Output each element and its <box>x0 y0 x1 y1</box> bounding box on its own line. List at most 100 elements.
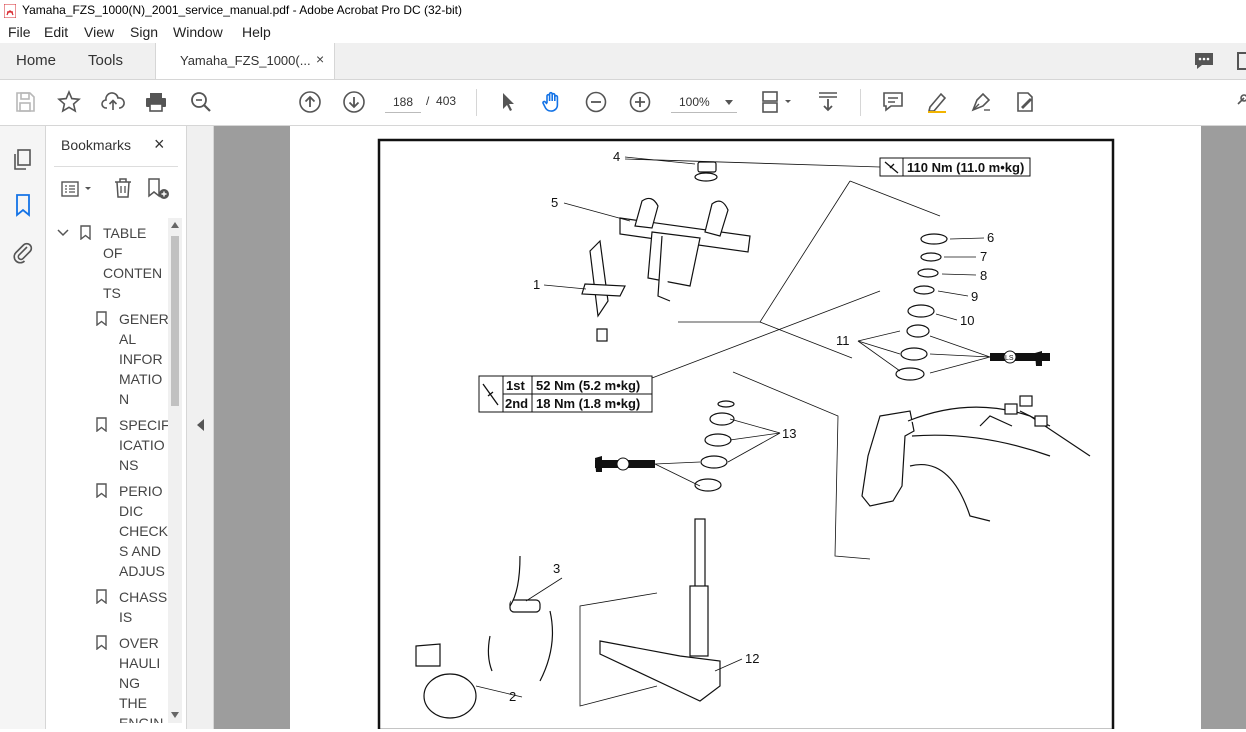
create-pdf-icon[interactable] <box>1236 51 1246 71</box>
washer-stack-upper <box>895 233 948 381</box>
previous-page-icon[interactable] <box>298 90 322 114</box>
bookmark-label-line: ADJUS <box>119 563 165 579</box>
steering-stem-part <box>599 518 721 702</box>
bookmark-item-table-of-contents[interactable]: TABLE OF CONTEN TS <box>103 223 162 303</box>
bookmark-label-line: MATIO <box>119 371 163 387</box>
fill-sign-icon[interactable] <box>1012 90 1036 114</box>
bookmark-label-line: GENER <box>119 311 169 327</box>
callout-12: 12 <box>745 651 759 666</box>
callout-3: 3 <box>553 561 560 576</box>
save-icon[interactable] <box>13 90 37 114</box>
bookmark-icon <box>96 311 107 326</box>
zoom-level-select[interactable]: 100% <box>671 92 737 113</box>
callout-5: 5 <box>551 195 558 210</box>
bookmark-icon <box>96 483 107 498</box>
comment-icon[interactable] <box>1193 51 1215 71</box>
bookmark-options-icon[interactable] <box>60 179 96 199</box>
panel-collapse-strip[interactable] <box>187 126 214 729</box>
torque-spec-table: 1st 52 Nm (5.2 m•kg) 2nd 18 Nm (1.8 m•kg… <box>478 375 653 413</box>
tab-tools[interactable]: Tools <box>88 52 123 69</box>
menu-view[interactable]: View <box>84 24 114 40</box>
grease-applicator-upper: LS <box>929 335 1050 374</box>
bookmark-label-line: CHASS <box>119 589 168 605</box>
page-number-input[interactable]: 188 <box>385 92 421 113</box>
link-icon[interactable] <box>1234 90 1246 114</box>
bookmark-item-overhauling-engine[interactable]: OVER HAULI NG THE ENGIN <box>119 633 163 723</box>
bookmark-label-line: AL <box>119 331 137 347</box>
bookmark-icon <box>80 225 91 240</box>
document-side-margin <box>1202 126 1246 729</box>
bookmark-label-line: OF <box>103 245 123 261</box>
menu-help[interactable]: Help <box>242 24 271 40</box>
bookmark-item-chassis[interactable]: CHASS IS <box>119 587 167 627</box>
navigation-rail <box>0 126 46 729</box>
page-total-value: 403 <box>436 94 457 108</box>
bookmark-label-line: NG <box>119 675 140 691</box>
menu-window[interactable]: Window <box>173 24 223 40</box>
acrobat-app-icon <box>4 4 16 18</box>
callout-8: 8 <box>980 268 987 283</box>
hand-tool-icon[interactable] <box>540 90 564 114</box>
torque-step-1: 1st <box>506 378 525 393</box>
bookmark-item-specifications[interactable]: SPECIF ICATIO NS <box>119 415 170 475</box>
highlight-pen-icon[interactable] <box>925 90 949 114</box>
bookmarks-close-button[interactable]: × <box>154 134 165 155</box>
page-thumbnails-icon[interactable] <box>11 148 35 172</box>
callout-2: 2 <box>509 689 516 704</box>
torque-value-top: 110 Nm (11.0 m•kg) <box>907 160 1024 175</box>
toolbar-divider <box>476 89 477 116</box>
bookmark-item-periodic-checks[interactable]: PERIO DIC CHECK S AND ADJUS <box>119 481 168 581</box>
zoom-search-icon[interactable] <box>189 90 213 114</box>
scrolling-mode-icon[interactable] <box>816 90 840 114</box>
next-page-icon[interactable] <box>342 90 366 114</box>
scrollbar-thumb[interactable] <box>171 236 179 406</box>
document-viewport[interactable]: 110 Nm (11.0 m•kg) 1st 52 Nm (5.2 m•kg) … <box>214 126 1246 732</box>
bookmark-label-line: ICATIO <box>119 437 165 453</box>
bookmark-item-general-information[interactable]: GENER AL INFOR MATIO N <box>119 309 169 409</box>
attachments-paperclip-icon[interactable] <box>11 240 35 264</box>
page-display-icon[interactable] <box>760 90 794 114</box>
tab-document[interactable]: Yamaha_FZS_1000(... × <box>155 43 335 79</box>
bookmark-label-line: TABLE <box>103 225 147 241</box>
bookmarks-title: Bookmarks <box>61 137 132 153</box>
toolbar: 188 / 403 100% <box>0 80 1246 126</box>
zoom-out-icon[interactable] <box>584 90 608 114</box>
tab-close-button[interactable]: × <box>316 51 324 67</box>
bookmark-scrollbar[interactable] <box>168 218 182 723</box>
delete-bookmark-icon[interactable] <box>112 177 134 199</box>
scroll-up-arrow-icon[interactable] <box>171 222 179 228</box>
new-bookmark-icon[interactable] <box>145 177 171 201</box>
print-icon[interactable] <box>144 90 168 114</box>
menu-sign[interactable]: Sign <box>130 24 158 40</box>
title-bar: Yamaha_FZS_1000(N)_2001_service_manual.p… <box>0 0 1246 23</box>
callout-6: 6 <box>987 230 994 245</box>
bookmark-label-line: S AND <box>119 543 162 559</box>
bookmark-label-line: HAULI <box>119 655 161 671</box>
bookmark-label-line: CHECK <box>119 523 169 539</box>
chevron-down-icon[interactable] <box>57 228 69 238</box>
collapse-arrow-icon[interactable] <box>197 419 204 431</box>
zoom-level-value: 100% <box>679 95 710 109</box>
bookmarks-panel-icon[interactable] <box>11 193 35 217</box>
bookmark-label-line: DIC <box>119 503 144 519</box>
tab-home[interactable]: Home <box>16 52 56 69</box>
zoom-in-icon[interactable] <box>628 90 652 114</box>
bookmark-label-line: CONTEN <box>103 265 163 281</box>
menu-edit[interactable]: Edit <box>44 24 68 40</box>
add-comment-icon[interactable] <box>881 90 905 114</box>
upload-cloud-icon[interactable] <box>101 90 125 114</box>
bookmark-icon <box>96 417 107 432</box>
horn-assembly-part <box>415 555 554 719</box>
menu-file[interactable]: File <box>8 24 31 40</box>
select-cursor-icon[interactable] <box>496 90 520 114</box>
page-separator: / <box>426 94 430 108</box>
torque-spec-top: 110 Nm (11.0 m•kg) <box>879 157 1031 177</box>
bookmark-label-line: INFOR <box>119 351 163 367</box>
sign-pen-icon[interactable] <box>969 90 993 114</box>
scroll-down-arrow-icon[interactable] <box>171 712 179 718</box>
lubricant-label: LS <box>1005 355 1014 362</box>
bookmark-label-line: SPECIF <box>119 417 170 433</box>
callout-1: 1 <box>533 277 540 292</box>
bracket-part-1 <box>581 239 626 342</box>
bookmark-star-icon[interactable] <box>57 90 81 114</box>
